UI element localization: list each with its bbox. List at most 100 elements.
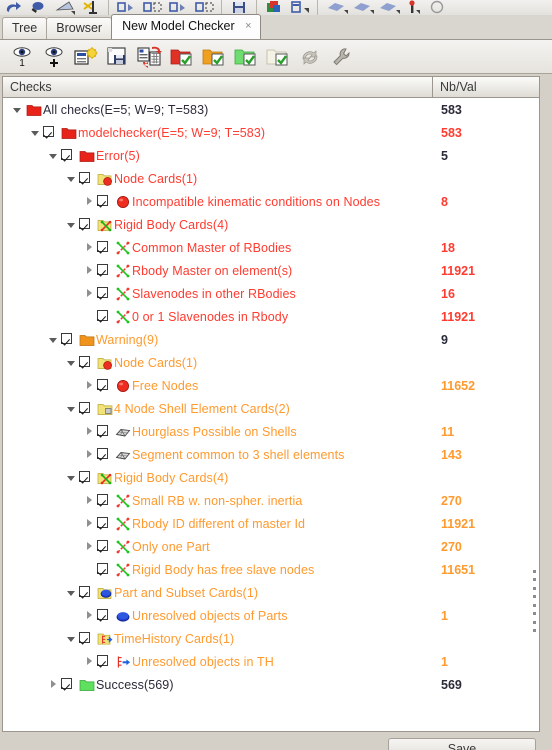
export-table-icon[interactable] [134,42,166,72]
expand-triangle-icon[interactable] [83,443,96,466]
wrench-icon[interactable] [326,42,358,72]
collapse-triangle-icon[interactable] [65,581,78,604]
column-header-checks[interactable]: Checks [3,77,433,97]
collapse-triangle-icon[interactable] [65,213,78,236]
tree-row[interactable]: Free Nodes 11652 [3,374,539,397]
select-area-icon[interactable] [191,0,217,15]
close-icon[interactable]: × [245,15,251,38]
expand-triangle-icon[interactable] [83,420,96,443]
expand-triangle-icon[interactable] [83,512,96,535]
expand-triangle-icon[interactable] [83,535,96,558]
select-box-icon[interactable] [139,0,165,15]
collapse-triangle-icon[interactable] [65,351,78,374]
circle-icon[interactable] [426,0,452,15]
tab-browser[interactable]: Browser [46,17,113,39]
save-report-icon[interactable] [102,42,134,72]
panel-splitter-handle[interactable] [530,568,538,634]
save-disk-icon[interactable] [226,0,252,15]
tree-row[interactable]: Common Master of RBodies 18 [3,236,539,259]
tab-tree[interactable]: Tree [2,17,48,39]
tree-row[interactable]: Rbody Master on element(s) 11921 [3,259,539,282]
column-header-nbval[interactable]: Nb/Val [433,77,539,97]
row-checkbox[interactable] [78,466,95,489]
tree-row[interactable]: 0 or 1 Slavenodes in Rbody 11921 [3,305,539,328]
tree-row[interactable]: Success(569) 569 [3,673,539,696]
row-checkbox[interactable] [78,167,95,190]
collapse-triangle-icon[interactable] [47,328,60,351]
export-icon[interactable] [287,0,313,15]
collapse-triangle-icon[interactable] [11,98,24,121]
tree-row[interactable]: Segment common to 3 shell elements 143 [3,443,539,466]
tree-row[interactable]: Incompatible kinematic conditions on Nod… [3,190,539,213]
tree-row[interactable]: Rigid Body Cards(4) [3,213,539,236]
tree-row[interactable]: Rigid Body Cards(4) [3,466,539,489]
tab-new-model-checker[interactable]: New Model Checker × [111,14,261,39]
expand-triangle-icon[interactable] [83,236,96,259]
row-checkbox[interactable] [78,581,95,604]
plane-skew-icon[interactable] [348,0,374,15]
tree-row[interactable]: Rbody ID different of master Id 11921 [3,512,539,535]
collapse-triangle-icon[interactable] [65,167,78,190]
pin-icon[interactable] [400,0,426,15]
row-checkbox[interactable] [96,305,113,328]
expand-triangle-icon[interactable] [83,489,96,512]
select-element-icon[interactable] [113,0,139,15]
undo-arrow-icon[interactable] [0,0,26,15]
check-red-folder-icon[interactable] [166,42,198,72]
row-checkbox[interactable] [60,328,77,351]
refresh-icon[interactable] [294,42,326,72]
expand-triangle-icon[interactable] [83,282,96,305]
tree-row[interactable]: Node Cards(1) [3,167,539,190]
tree-row[interactable]: Unresolved objects of Parts 1 [3,604,539,627]
row-checkbox[interactable] [60,144,77,167]
check-white-folder-icon[interactable] [262,42,294,72]
row-checkbox[interactable] [96,236,113,259]
expand-triangle-icon[interactable] [83,259,96,282]
row-checkbox[interactable] [96,259,113,282]
tree-row[interactable]: TimeHistory Cards(1) [3,627,539,650]
tree-row[interactable]: All checks(E=5; W=9; T=583) 583 [3,98,539,121]
collapse-triangle-icon[interactable] [47,144,60,167]
check-green-folder-icon[interactable] [230,42,262,72]
expand-triangle-icon[interactable] [83,190,96,213]
import-icon[interactable] [261,0,287,15]
row-checkbox[interactable] [96,374,113,397]
row-checkbox[interactable] [96,604,113,627]
row-checkbox[interactable] [96,443,113,466]
row-checkbox[interactable] [78,351,95,374]
show-one-icon[interactable]: 1 [6,42,38,72]
show-add-icon[interactable] [38,42,70,72]
row-checkbox[interactable] [96,489,113,512]
tree-row[interactable]: Only one Part 270 [3,535,539,558]
tree-row[interactable]: Hourglass Possible on Shells 11 [3,420,539,443]
row-checkbox[interactable] [96,558,113,581]
settings-bulb-icon[interactable] [70,42,102,72]
measure-icon[interactable] [52,0,78,15]
collapse-triangle-icon[interactable] [29,121,42,144]
row-checkbox[interactable] [96,512,113,535]
expand-triangle-icon[interactable] [83,374,96,397]
tree-row[interactable]: Slavenodes in other RBodies 16 [3,282,539,305]
tree-row[interactable]: Node Cards(1) [3,351,539,374]
select-node-icon[interactable] [165,0,191,15]
tree-row[interactable]: 4 Node Shell Element Cards(2) [3,397,539,420]
row-checkbox[interactable] [96,650,113,673]
row-checkbox[interactable] [96,535,113,558]
row-checkbox[interactable] [78,627,95,650]
tree-row[interactable]: modelchecker(E=5; W=9; T=583) 583 [3,121,539,144]
row-checkbox[interactable] [96,190,113,213]
row-checkbox[interactable] [78,397,95,420]
tree-row[interactable]: Small RB w. non-spher. inertia 270 [3,489,539,512]
expand-triangle-icon[interactable] [83,650,96,673]
tree-row[interactable]: Part and Subset Cards(1) [3,581,539,604]
row-checkbox[interactable] [96,420,113,443]
node-pick-icon[interactable] [78,0,104,15]
expand-triangle-icon[interactable] [83,604,96,627]
checks-tree[interactable]: All checks(E=5; W=9; T=583) 583 modelcheck… [2,98,540,732]
tree-row[interactable]: Rigid Body has free slave nodes 11651 [3,558,539,581]
collapse-triangle-icon[interactable] [65,397,78,420]
check-orange-folder-icon[interactable] [198,42,230,72]
row-checkbox[interactable] [78,213,95,236]
collapse-triangle-icon[interactable] [65,627,78,650]
plane-icon[interactable] [322,0,348,15]
